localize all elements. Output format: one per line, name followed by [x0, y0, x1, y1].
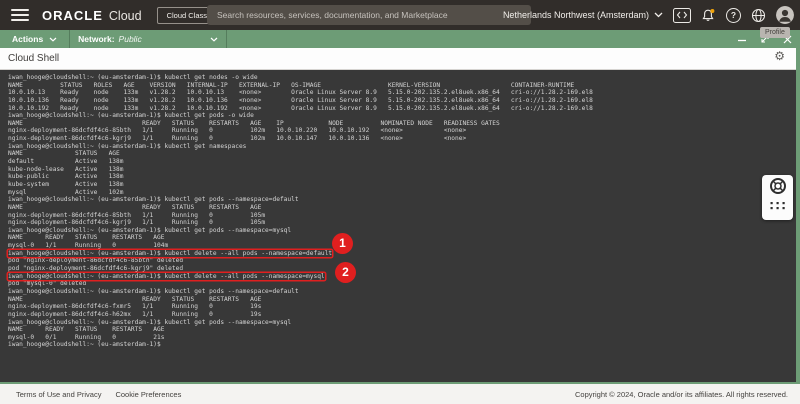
terminal-line: nginx-deployment-86dcfdf4c6-h62mx 1/1 Ru…	[8, 311, 796, 319]
terminal-line: default Active 138m	[8, 158, 796, 166]
copyright-text: Copyright © 2024, Oracle and/or its affi…	[575, 390, 788, 399]
terminal-line: kube-node-lease Active 138m	[8, 166, 796, 174]
network-selector[interactable]: Network: Public	[70, 30, 226, 48]
terminal-line: nginx-deployment-86dcfdf4c6-kgrj9 1/1 Ru…	[8, 135, 796, 143]
terminal-line: NAME STATUS ROLES AGE VERSION INTERNAL-I…	[8, 82, 796, 90]
terminal-line: nginx-deployment-86dcfdf4c6-85bth 1/1 Ru…	[8, 127, 796, 135]
user-icon	[776, 6, 794, 24]
terminal-line: NAME READY STATUS RESTARTS AGE	[8, 326, 796, 334]
lifebuoy-drag-widget-icon	[767, 175, 789, 215]
terminal-line: kube-public Active 138m	[8, 173, 796, 181]
terminal-line: iwan_hooge@cloudshell:~ (eu-amsterdam-1)…	[8, 74, 796, 82]
top-bar: ORACLE Cloud Cloud Classic › Netherlands…	[0, 0, 800, 30]
chevron-down-icon	[210, 37, 218, 42]
terminal-line: iwan_hooge@cloudshell:~ (eu-amsterdam-1)…	[8, 196, 796, 204]
terminal-line: iwan_hooge@cloudshell:~ (eu-amsterdam-1)…	[8, 227, 796, 235]
actions-label: Actions	[12, 34, 43, 44]
oracle-cloud-logo: ORACLE Cloud	[42, 8, 142, 23]
shell-settings-gear-icon[interactable]: ⚙	[774, 49, 785, 63]
help-glyph: ?	[731, 9, 736, 22]
terms-link[interactable]: Terms of Use and Privacy	[16, 390, 101, 399]
terminal-line: pod "nginx-deployment-86dcfdf4c6-kgrj9" …	[8, 265, 796, 273]
notification-dot	[710, 9, 714, 13]
terminal-line: NAME READY STATUS RESTARTS AGE IP NODE N…	[8, 120, 796, 128]
cloud-shell-title: Cloud Shell	[8, 53, 59, 64]
terminal-line: mysql-0 1/1 Running 0 104m	[8, 242, 796, 250]
floating-shell-widget[interactable]	[762, 175, 793, 220]
search-input[interactable]	[207, 5, 531, 25]
help-icon[interactable]: ?	[726, 8, 741, 23]
hamburger-menu-icon[interactable]	[11, 9, 29, 21]
annotation-badge-1: 1	[332, 233, 353, 254]
terminal-line: mysql Active 102m	[8, 189, 796, 197]
terminal-line: pod "nginx-deployment-86dcfdf4c6-85bth" …	[8, 257, 796, 265]
terminal-line: iwan_hooge@cloudshell:~ (eu-amsterdam-1)…	[8, 341, 796, 349]
context-toolbar: Actions Network: Public	[0, 30, 800, 48]
code-brackets-icon	[676, 11, 688, 19]
terminal-line: 10.0.10.136 Ready node 133m v1.28.2 10.0…	[8, 97, 796, 105]
terminal-line: iwan_hooge@cloudshell:~ (eu-amsterdam-1)…	[8, 288, 796, 296]
logo-oracle-text: ORACLE	[42, 8, 103, 23]
toolbar-divider	[226, 30, 227, 48]
footer: Terms of Use and Privacy Cookie Preferen…	[0, 384, 800, 404]
terminal-output[interactable]: iwan_hooge@cloudshell:~ (eu-amsterdam-1)…	[0, 70, 796, 381]
annotated-command: iwan_hooge@cloudshell:~ (eu-amsterdam-1)…	[8, 250, 332, 258]
annotation-badge-2: 2	[335, 262, 356, 283]
terminal-line: iwan_hooge@cloudshell:~ (eu-amsterdam-1)…	[8, 250, 796, 258]
terminal-line: iwan_hooge@cloudshell:~ (eu-amsterdam-1)…	[8, 143, 796, 151]
profile-tooltip: Profile	[760, 27, 790, 38]
cloud-classic-label: Cloud Classic	[167, 11, 213, 20]
terminal-line: mysql-0 0/1 Running 0 21s	[8, 334, 796, 342]
region-label: Netherlands Northwest (Amsterdam)	[503, 10, 649, 20]
terminal-line: NAME READY STATUS RESTARTS AGE	[8, 204, 796, 212]
terminal-line: 10.0.10.13 Ready node 133m v1.28.2 10.0.…	[8, 89, 796, 97]
developer-tools-icon[interactable]	[673, 8, 691, 23]
notifications-bell-icon[interactable]	[701, 8, 716, 23]
terminal-line: NAME READY STATUS RESTARTS AGE	[8, 296, 796, 304]
cookie-preferences-link[interactable]: Cookie Preferences	[115, 390, 181, 399]
cloud-shell-header: Cloud Shell ⚙	[0, 48, 796, 70]
terminal-line: NAME STATUS AGE	[8, 150, 796, 158]
drag-dots-icon	[770, 202, 784, 209]
terminal-line: iwan_hooge@cloudshell:~ (eu-amsterdam-1)…	[8, 112, 796, 120]
chevron-down-icon	[654, 12, 663, 18]
terminal-line: nginx-deployment-86dcfdf4c6-fxmr5 1/1 Ru…	[8, 303, 796, 311]
region-selector[interactable]: Netherlands Northwest (Amsterdam)	[503, 10, 663, 20]
terminal-line: kube-system Active 138m	[8, 181, 796, 189]
terminal-line: nginx-deployment-86dcfdf4c6-kgrj9 1/1 Ru…	[8, 219, 796, 227]
terminal-line: 10.0.10.192 Ready node 133m v1.28.2 10.0…	[8, 105, 796, 113]
logo-cloud-text: Cloud	[109, 9, 142, 23]
terminal-line: iwan_hooge@cloudshell:~ (eu-amsterdam-1)…	[8, 319, 796, 327]
terminal-line: nginx-deployment-86dcfdf4c6-85bth 1/1 Ru…	[8, 212, 796, 220]
actions-menu-button[interactable]: Actions	[0, 30, 69, 48]
annotated-command: iwan_hooge@cloudshell:~ (eu-amsterdam-1)…	[8, 273, 325, 281]
chevron-down-icon	[49, 37, 57, 42]
cloud-shell-panel: Cloud Shell ⚙ iwan_hooge@cloudshell:~ (e…	[0, 48, 796, 382]
profile-avatar[interactable]	[776, 6, 794, 24]
network-value: Public	[119, 34, 142, 44]
terminal-line: iwan_hooge@cloudshell:~ (eu-amsterdam-1)…	[8, 273, 796, 281]
minimize-button[interactable]	[737, 34, 747, 44]
terminal-line: pod "mysql-0" deleted	[8, 280, 796, 288]
language-globe-icon[interactable]	[751, 8, 766, 23]
network-label: Network:	[78, 34, 114, 44]
terminal-line: NAME READY STATUS RESTARTS AGE	[8, 234, 796, 242]
